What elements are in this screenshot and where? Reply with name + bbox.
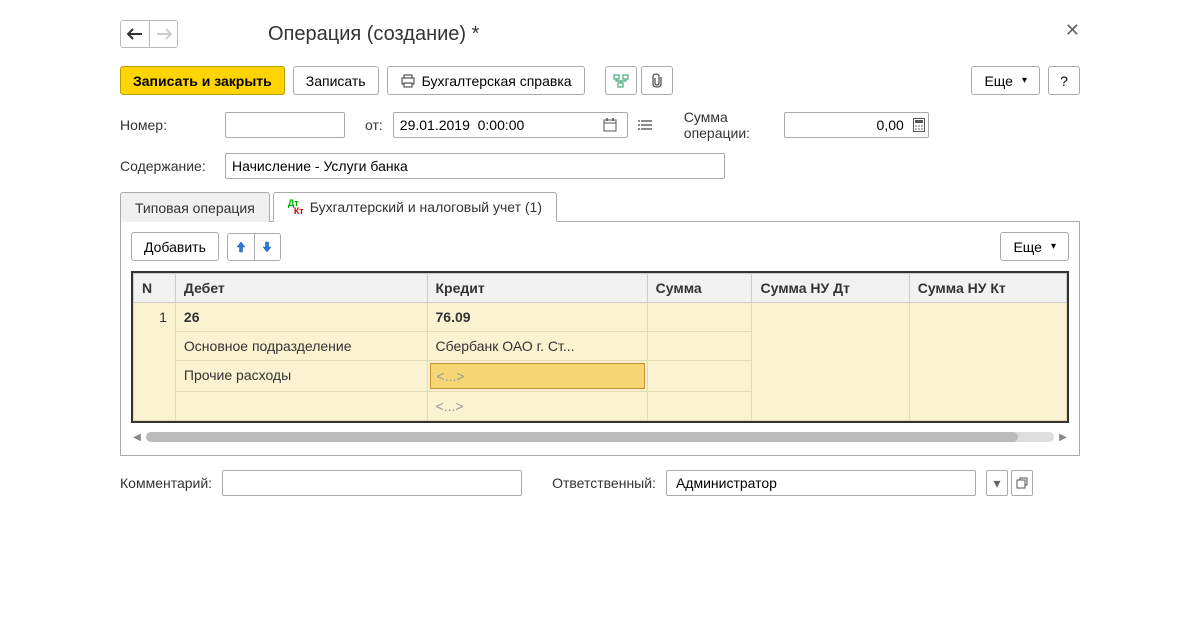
cell-credit-sub3[interactable]: <...> — [427, 392, 647, 421]
arrow-down-icon — [261, 240, 273, 254]
debit-credit-icon: ДтКт — [288, 199, 304, 215]
cell-credit-sub1[interactable]: Сбербанк ОАО г. Ст... — [427, 332, 647, 361]
more-button[interactable]: Еще — [971, 66, 1040, 95]
content-input[interactable] — [225, 153, 725, 179]
move-down-button[interactable] — [254, 234, 280, 260]
open-icon — [1016, 477, 1028, 489]
tab-accounting[interactable]: ДтКт Бухгалтерский и налоговый учет (1) — [273, 192, 557, 222]
from-label: от: — [365, 117, 383, 133]
number-label: Номер: — [120, 117, 215, 133]
print-reference-button[interactable]: Бухгалтерская справка — [387, 66, 585, 95]
col-n[interactable]: N — [134, 274, 176, 303]
content-label: Содержание: — [120, 158, 215, 174]
tab-more-button[interactable]: Еще — [1000, 232, 1069, 261]
date-input[interactable] — [400, 117, 599, 133]
cell-n[interactable]: 1 — [134, 303, 176, 421]
move-up-button[interactable] — [228, 234, 254, 260]
page-title: Операция (создание) * — [268, 23, 479, 46]
col-debit[interactable]: Дебет — [175, 274, 427, 303]
comment-label: Комментарий: — [120, 475, 212, 491]
paperclip-icon — [650, 73, 664, 89]
accounting-grid: N Дебет Кредит Сумма Сумма НУ Дт Сумма Н… — [131, 271, 1069, 423]
cell-debit-account[interactable]: 26 — [175, 303, 427, 332]
list-icon[interactable] — [638, 119, 654, 131]
arrow-left-icon — [127, 28, 143, 40]
responsible-input-wrap[interactable] — [666, 470, 976, 496]
cell-sum-sub1[interactable] — [647, 332, 752, 361]
table-row[interactable]: 1 26 76.09 — [134, 303, 1067, 332]
responsible-open-button[interactable] — [1011, 470, 1033, 496]
calendar-icon[interactable] — [599, 118, 621, 132]
arrow-up-icon — [235, 240, 247, 254]
help-button[interactable]: ? — [1048, 66, 1080, 95]
cell-debit-sub2[interactable]: Прочие расходы — [175, 361, 427, 392]
cell-sum[interactable] — [647, 303, 752, 332]
nav-back-button[interactable] — [121, 21, 149, 47]
arrow-right-icon — [156, 28, 172, 40]
col-sum-nu-dt[interactable]: Сумма НУ Дт — [752, 274, 909, 303]
save-button[interactable]: Записать — [293, 66, 379, 95]
cell-sum-nu-dt[interactable] — [752, 303, 909, 421]
cell-sum-sub2[interactable] — [647, 361, 752, 392]
printer-icon — [400, 74, 416, 88]
number-input[interactable] — [225, 112, 345, 138]
close-button[interactable]: ✕ — [1065, 20, 1080, 41]
cell-credit-account[interactable]: 76.09 — [427, 303, 647, 332]
comment-input[interactable] — [222, 470, 522, 496]
col-sum[interactable]: Сумма — [647, 274, 752, 303]
attachment-button[interactable] — [641, 66, 673, 95]
structure-icon — [613, 74, 629, 88]
col-credit[interactable]: Кредит — [427, 274, 647, 303]
cell-debit-sub3[interactable] — [175, 392, 427, 421]
responsible-label: Ответственный: — [552, 475, 656, 491]
cell-sum-nu-kt[interactable] — [909, 303, 1066, 421]
add-button[interactable]: Добавить — [131, 232, 219, 261]
responsible-input[interactable] — [673, 475, 969, 491]
cell-sum-sub3[interactable] — [647, 392, 752, 421]
scroll-right-icon[interactable]: ▶ — [1057, 431, 1069, 443]
horizontal-scrollbar[interactable]: ◀ ▶ — [131, 429, 1069, 445]
save-and-close-button[interactable]: Записать и закрыть — [120, 66, 285, 95]
scroll-left-icon[interactable]: ◀ — [131, 431, 143, 443]
date-input-wrap[interactable] — [393, 112, 628, 138]
sum-label: Сумма операции: — [684, 109, 774, 141]
cell-credit-sub2[interactable]: <...> — [427, 361, 647, 392]
cell-debit-sub1[interactable]: Основное подразделение — [175, 332, 427, 361]
nav-forward-button[interactable] — [149, 21, 177, 47]
responsible-dropdown-button[interactable]: ▾ — [986, 470, 1008, 496]
calculator-icon[interactable] — [913, 118, 925, 132]
col-sum-nu-kt[interactable]: Сумма НУ Кт — [909, 274, 1066, 303]
tab-typical-operation[interactable]: Типовая операция — [120, 192, 270, 222]
structure-button[interactable] — [605, 66, 637, 95]
sum-input[interactable] — [784, 112, 929, 138]
